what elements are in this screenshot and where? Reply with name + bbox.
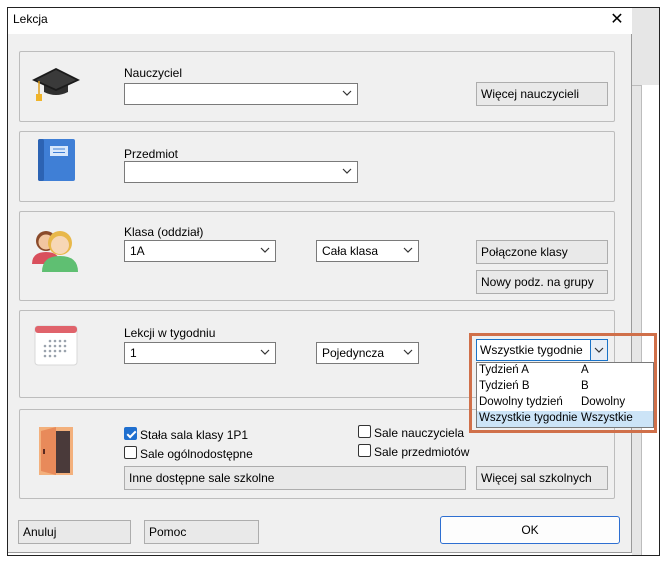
lesson-type-value: Pojedyncza — [322, 346, 385, 360]
more-teachers-button[interactable]: Więcej nauczycieli — [476, 82, 608, 106]
subject-rooms-checkbox[interactable] — [358, 444, 371, 457]
class-group-select-value: Cała klasa — [322, 244, 379, 258]
subject-rooms-label: Sale przedmiotów — [374, 445, 470, 459]
ok-button[interactable]: OK — [440, 516, 620, 544]
lessons-count-select[interactable]: 1 — [124, 342, 276, 364]
weeks-option-a[interactable]: Tydzień A A — [477, 363, 653, 379]
chevron-down-icon — [342, 168, 352, 174]
close-button[interactable]: ✕ — [606, 9, 628, 31]
new-group-split-button[interactable]: Nowy podz. na grupy — [476, 270, 608, 294]
book-icon — [38, 139, 75, 181]
cancel-button[interactable]: Anuluj — [18, 520, 131, 544]
class-select[interactable]: 1A — [124, 240, 276, 262]
lessons-count-value: 1 — [130, 346, 137, 360]
chevron-down-icon — [260, 349, 270, 355]
background-panel — [641, 85, 659, 555]
lesson-type-select[interactable]: Pojedyncza — [316, 342, 419, 364]
chevron-down-icon — [342, 90, 352, 96]
more-rooms-button[interactable]: Więcej sal szkolnych — [476, 466, 608, 490]
help-button[interactable]: Pomoc — [144, 520, 259, 544]
door-icon — [39, 427, 73, 475]
teacher-rooms-label: Sale nauczyciela — [374, 426, 465, 440]
combined-classes-button[interactable]: Połączone klasy — [476, 240, 608, 264]
fixed-room-checkbox[interactable] — [124, 427, 137, 440]
lessons-label: Lekcji w tygodniu — [124, 326, 216, 340]
weeks-option-short: A — [581, 364, 589, 376]
class-select-value: 1A — [130, 244, 145, 258]
weeks-option-b[interactable]: Tydzień B B — [477, 379, 653, 395]
weeks-option-any[interactable]: Dowolny tydzień Dowolny — [477, 395, 653, 411]
public-rooms-checkbox[interactable] — [124, 446, 137, 459]
graduation-cap-icon — [32, 68, 80, 101]
weeks-option-all[interactable]: Wszystkie tygodnie Wszystkie — [477, 411, 653, 427]
teacher-label: Nauczyciel — [124, 66, 183, 80]
weeks-option-name: Tydzień B — [479, 380, 530, 392]
calendar-icon — [34, 325, 78, 366]
chevron-down-icon — [594, 347, 604, 353]
weeks-option-short: Dowolny — [581, 396, 626, 408]
weeks-dropdown-button[interactable] — [590, 340, 607, 360]
other-rooms-field[interactable]: Inne dostępne sale szkolne — [124, 466, 466, 490]
class-group-select[interactable]: Cała klasa — [316, 240, 419, 262]
public-rooms-label: Sale ogólnodostępne — [140, 447, 253, 461]
weeks-option-name: Dowolny tydzień — [479, 396, 563, 408]
students-icon — [32, 231, 78, 272]
chevron-down-icon — [260, 247, 270, 253]
title-bar — [8, 8, 632, 34]
weeks-option-name: Tydzień A — [479, 364, 529, 376]
weeks-option-name: Wszystkie tygodnie — [479, 412, 578, 424]
teacher-select[interactable] — [124, 83, 358, 105]
chevron-down-icon — [403, 247, 413, 253]
subject-label: Przedmiot — [124, 147, 179, 161]
dialog-title: Lekcja — [13, 12, 48, 26]
fixed-room-label: Stała sala klasy 1P1 — [140, 428, 249, 442]
weeks-option-short: Wszystkie — [581, 412, 633, 424]
class-label: Klasa (oddział) — [124, 225, 204, 239]
teacher-rooms-checkbox[interactable] — [358, 425, 371, 438]
chevron-down-icon — [403, 349, 413, 355]
subject-select[interactable] — [124, 161, 358, 183]
weeks-select-value: Wszystkie tygodnie — [480, 343, 583, 357]
weeks-option-short: B — [581, 380, 589, 392]
